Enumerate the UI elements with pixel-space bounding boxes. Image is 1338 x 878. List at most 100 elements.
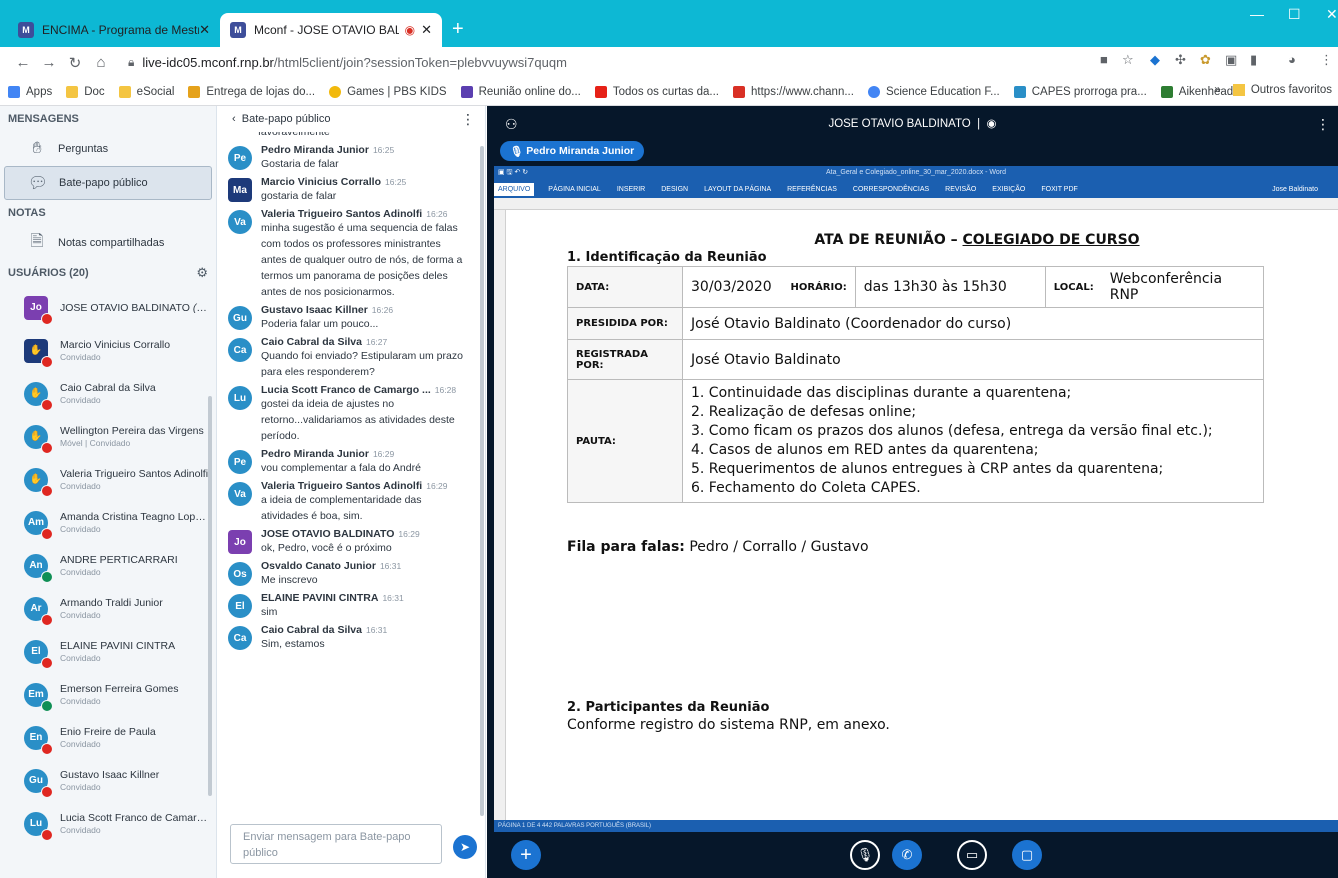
chat-messages: favoravelmente Pe Pedro Miranda Junior 16:… <box>218 132 480 812</box>
send-button[interactable]: ➤ <box>453 835 477 859</box>
user-list-item[interactable]: Jo JOSE OTAVIO BALDINATO (Você) <box>0 286 216 329</box>
user-role: Convidado <box>60 825 101 835</box>
user-list-item[interactable]: ✋ Marcio Vinicius Corrallo Convidado <box>0 329 216 372</box>
home-icon[interactable]: ⌂ <box>88 54 114 71</box>
chat-back-button[interactable]: ‹ Bate-papo público <box>232 113 330 125</box>
gear-icon[interactable]: ⚙ <box>196 265 208 281</box>
bookmark-item[interactable]: eSocial <box>118 85 174 98</box>
ribbon-tab[interactable]: ARQUIVO <box>494 182 535 196</box>
message-header: Valeria Trigueiro Santos Adinolfi 16:26 <box>261 208 470 220</box>
user-list-item[interactable]: En Enio Freire de Paula Convidado <box>0 716 216 759</box>
extension-icon[interactable]: ✿ <box>1200 52 1211 68</box>
url-field[interactable]: 🔒︎ live-idc05.mconf.rnp.br/html5client/j… <box>128 51 1128 75</box>
user-list-item[interactable]: ✋ Caio Cabral da Silva Convidado <box>0 372 216 415</box>
user-list-item[interactable]: An ANDRE PERTICARRARI Convidado <box>0 544 216 587</box>
questions-item[interactable]: ✋︎ Perguntas <box>4 132 212 166</box>
options-menu-icon[interactable]: ⋮ <box>1316 116 1330 133</box>
user-list-item[interactable]: ✋ Valeria Trigueiro Santos Adinolfi Convid… <box>0 458 216 501</box>
maximize-icon[interactable]: ☐ <box>1288 6 1301 23</box>
user-name: Marcio Vinicius Corrallo <box>60 339 210 351</box>
shared-notes-item[interactable]: 🗎︎ Notas compartilhadas <box>4 226 212 260</box>
extension-icon[interactable]: ◆ <box>1150 52 1160 68</box>
google-icon <box>867 85 880 98</box>
microphone-status-icon <box>41 441 53 454</box>
ribbon-tab[interactable]: INSERIR <box>617 186 645 193</box>
star-icon[interactable]: ☆ <box>1122 52 1134 68</box>
presentation-area: ⚇ JOSE OTAVIO BALDINATO | ◉ ⋮ 🎙︎ Pedro M… <box>487 106 1338 878</box>
bookmark-item[interactable]: https://www.chann... <box>733 85 854 98</box>
user-list-item[interactable]: Am Amanda Cristina Teagno Lopes ... Convid… <box>0 501 216 544</box>
bookmark-item[interactable]: Todos os curtas da... <box>594 85 719 98</box>
close-window-icon[interactable]: ✕ <box>1326 6 1338 23</box>
ribbon-tab[interactable]: REVISÃO <box>945 186 976 193</box>
actions-plus-button[interactable]: + <box>511 840 541 870</box>
close-tab-icon[interactable]: ✕ <box>199 22 210 38</box>
mute-button[interactable]: 🎙︎ <box>850 840 880 870</box>
microphone-status-icon <box>41 828 53 841</box>
avatar: Ma <box>228 178 252 202</box>
forward-icon[interactable]: → <box>36 54 62 71</box>
doc-heading-prefix: ATA DE REUNIÃO – <box>814 232 963 248</box>
profile-icon[interactable]: ◕ <box>1288 52 1296 67</box>
lock-icon: 🔒︎ <box>128 55 135 69</box>
message-text: atividades é boa, sim. <box>261 510 363 522</box>
ribbon-tab[interactable]: REFERÊNCIAS <box>787 186 837 193</box>
chat-message-input[interactable]: Enviar mensagem para Bate-papo público <box>230 824 442 864</box>
mconf-app: MENSAGENS ✋︎ Perguntas 💬︎ Bate-papo públ… <box>0 106 1338 878</box>
chat-header: ‹ Bate-papo público ⋮ <box>218 106 485 132</box>
ribbon-tab[interactable]: CORRESPONDÊNCIAS <box>853 186 929 193</box>
new-tab-icon[interactable]: + <box>452 18 464 41</box>
user-name-text: Marcio Vinicius Corrallo <box>60 339 171 351</box>
bookmark-item[interactable]: Science Education F... <box>867 85 1000 98</box>
chat-panel: ‹ Bate-papo público ⋮ favoravelmente Pe P… <box>218 106 486 878</box>
bookmark-item[interactable]: Games | PBS KIDS <box>329 85 447 98</box>
bookmark-item[interactable]: Entrega de lojas do... <box>188 85 315 98</box>
video-button[interactable]: ▭ <box>957 840 987 870</box>
user-list-item[interactable]: El ELAINE PAVINI CINTRA Convidado <box>0 630 216 673</box>
browser-menu-icon[interactable]: ⋮ <box>1320 52 1333 68</box>
chat-options-icon[interactable]: ⋮ <box>461 111 475 128</box>
public-chat-item[interactable]: 💬︎ Bate-papo público <box>4 166 212 200</box>
reload-icon[interactable]: ↻ <box>62 54 88 72</box>
bookmarks-overflow[interactable]: » Outros favoritos <box>1214 84 1332 96</box>
ribbon-tab[interactable]: EXIBIÇÃO <box>992 186 1025 193</box>
user-info: Enio Freire de Paula Convidado <box>60 726 210 749</box>
bookmark-item[interactable]: Reunião online do... <box>460 85 581 98</box>
public-chat-label: Bate-papo público <box>59 177 148 189</box>
extension-icon[interactable]: ▣ <box>1225 52 1237 68</box>
avatar-initials: Va <box>234 488 246 500</box>
message-time: 16:29 <box>426 481 448 491</box>
user-list-scrollbar[interactable] <box>208 396 212 796</box>
extension-icon[interactable]: ▮ <box>1250 52 1257 68</box>
microphone-status-icon <box>41 656 53 669</box>
screenshare-button[interactable]: ▢ <box>1012 840 1042 870</box>
avatar-initials: Jo <box>234 536 246 548</box>
other-favorites[interactable]: Outros favoritos <box>1251 84 1332 96</box>
user-list-item[interactable]: Ar Armando Traldi Junior Convidado <box>0 587 216 630</box>
camera-icon[interactable]: ■ <box>1100 52 1108 67</box>
chat-scrollbar[interactable] <box>480 146 484 816</box>
local-label: LOCAL: <box>1044 266 1102 308</box>
ribbon-tab[interactable]: FOXIT PDF <box>1041 186 1077 193</box>
ribbon-tab[interactable]: LAYOUT DA PÁGINA <box>704 186 771 193</box>
tab-encima[interactable]: M ENCIMA - Programa de Mestrad... ✕ <box>8 13 220 47</box>
back-icon[interactable]: ← <box>10 54 36 71</box>
user-list-item[interactable]: Lu Lucia Scott Franco de Camargo ... Convi… <box>0 802 216 845</box>
audio-button[interactable]: ✆ <box>892 840 922 870</box>
message-body: Valeria Trigueiro Santos Adinolfi 16:26 mi… <box>261 204 470 300</box>
bookmark-item[interactable]: CAPES prorroga pra... <box>1013 85 1147 98</box>
extension-icon[interactable]: ✣ <box>1175 52 1186 68</box>
user-list-item[interactable]: Em Emerson Ferreira Gomes Convidado <box>0 673 216 716</box>
bookmark-item[interactable]: Doc <box>66 85 105 98</box>
recording-icon[interactable]: ◉ <box>987 118 997 130</box>
close-tab-icon[interactable]: ✕ <box>421 22 432 38</box>
user-list-item[interactable]: Gu Gustavo Isaac Killner Convidado <box>0 759 216 802</box>
bookmark-apps[interactable]: Apps <box>8 85 52 98</box>
ribbon-tab[interactable]: DESIGN <box>661 186 688 193</box>
minimize-icon[interactable]: — <box>1250 6 1264 22</box>
user-name-text: Gustavo Isaac Killner <box>60 769 160 781</box>
user-list-item[interactable]: ✋ Wellington Pereira das Virgens Móvel | C… <box>0 415 216 458</box>
bookmarks-more[interactable]: » <box>1214 84 1220 96</box>
tab-mconf[interactable]: M Mconf - JOSE OTAVIO BALDI ◉ ✕ <box>220 13 442 47</box>
ribbon-tab[interactable]: PÁGINA INICIAL <box>548 186 601 193</box>
